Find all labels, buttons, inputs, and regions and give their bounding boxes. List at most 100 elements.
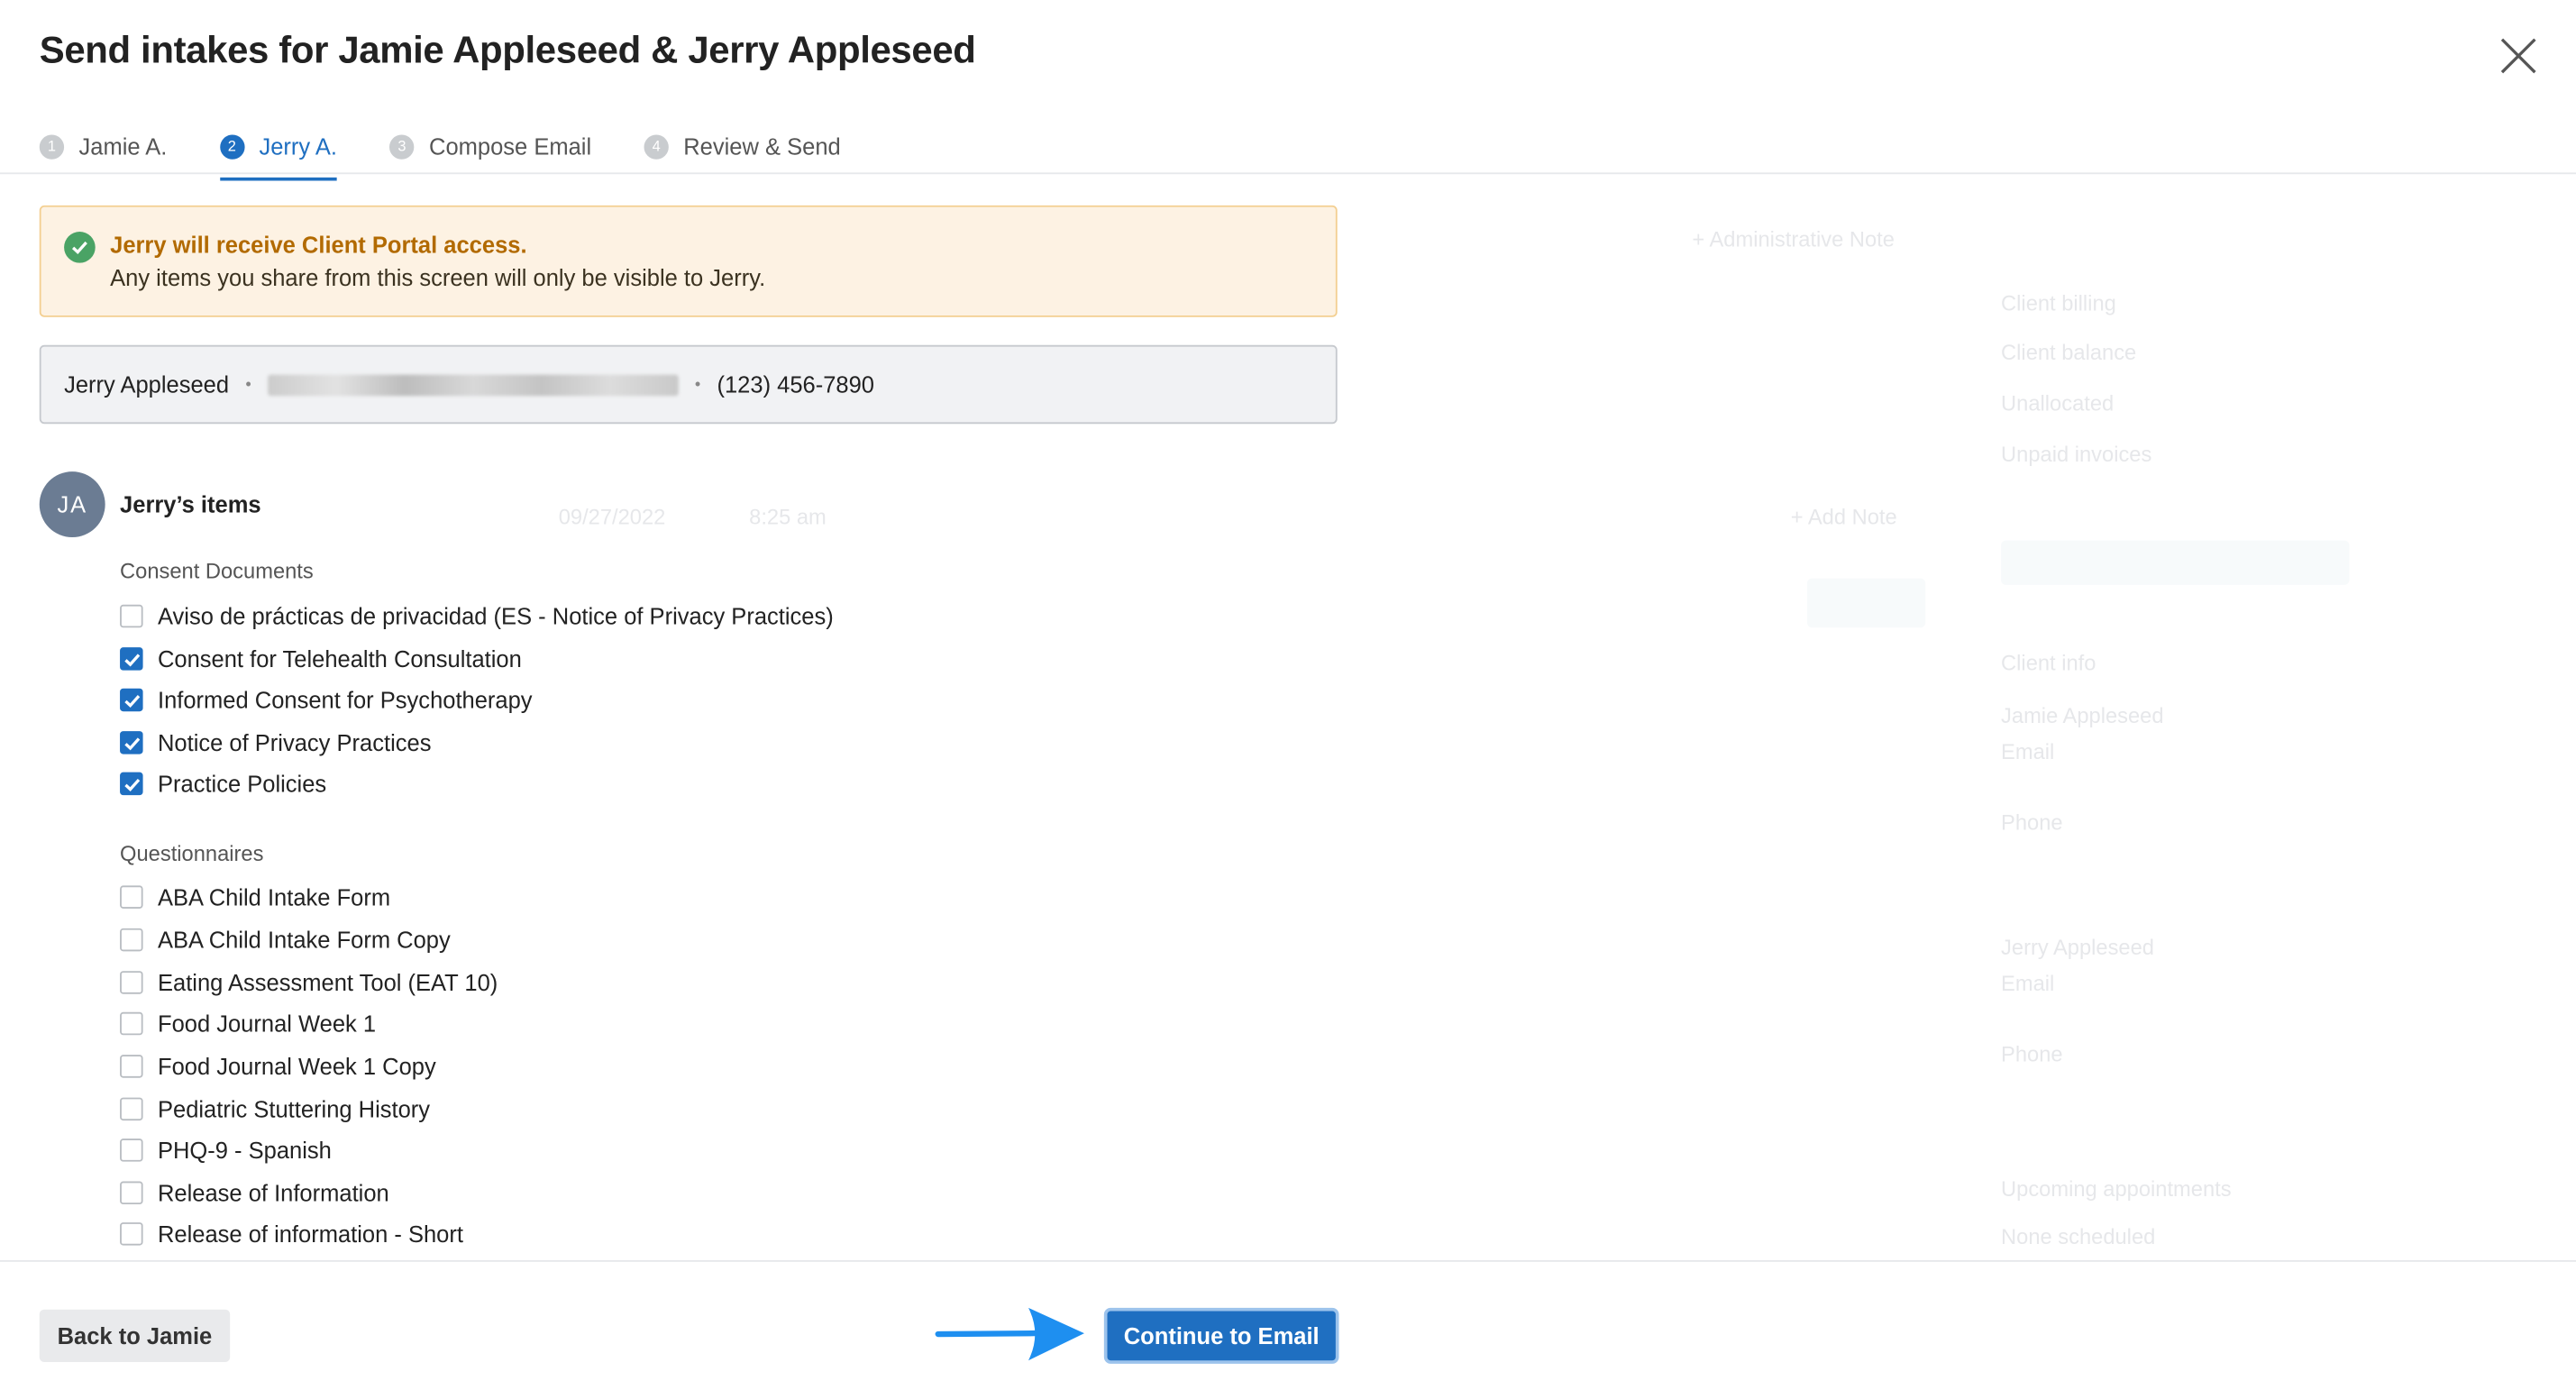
step-label: Compose Email [429,133,592,160]
client-phone: (123) 456-7890 [717,370,875,398]
checkbox[interactable] [120,928,143,952]
arrow-right-icon [935,1307,1084,1361]
questionnaire-item-label: PHQ-9 - Spanish [157,1137,332,1164]
avatar: JA [39,471,105,538]
checkbox-checked[interactable] [120,688,143,712]
questionnaire-item[interactable]: PHQ-9 - Spanish [120,1134,332,1166]
consent-item-label: Practice Policies [157,770,327,798]
step-jerry[interactable]: 2 Jerry A. [219,128,338,181]
bg-upcoming: Upcoming appointments [2001,1176,2232,1202]
bg-button [2001,540,2350,585]
step-label: Jamie A. [78,133,168,160]
step-tabs: 1 Jamie A. 2 Jerry A. 3 Compose Email 4 … [39,128,893,181]
questionnaire-item[interactable]: Release of information - Short [120,1218,463,1250]
back-button[interactable]: Back to Jamie [39,1309,231,1363]
step-compose-email[interactable]: 3 Compose Email [389,128,591,174]
checkmark-icon [123,778,140,791]
questionnaire-item-label: ABA Child Intake Form Copy [157,927,451,954]
step-number: 1 [39,133,65,159]
bg-jerry: Jerry Appleseed [2001,935,2154,960]
step-label: Jerry A. [259,133,337,160]
checkbox[interactable] [120,1097,143,1121]
redacted-email [267,373,679,396]
consent-item[interactable]: Aviso de prácticas de privacidad (ES - N… [120,599,834,632]
separator: • [245,375,251,394]
questionnaire-item[interactable]: ABA Child Intake Form [120,881,390,913]
bg-client-billing: Client billing [2001,290,2116,315]
bg-time: 8:25 am [749,504,827,529]
questionnaire-item[interactable]: Pediatric Stuttering History [120,1093,430,1125]
checkmark-icon [123,694,140,708]
continue-button[interactable]: Continue to Email [1103,1307,1339,1364]
questionnaires-label: Questionnaires [120,841,264,866]
step-jamie[interactable]: 1 Jamie A. [39,128,168,174]
portal-access-alert: Jerry will receive Client Portal access.… [39,205,1338,317]
consent-item[interactable]: Notice of Privacy Practices [120,727,431,759]
checkbox-checked[interactable] [120,731,143,754]
bg-unpaid-invoices: Unpaid invoices [2001,442,2152,467]
questionnaire-item[interactable]: ABA Child Intake Form Copy [120,923,451,956]
bg-date: 09/27/2022 [558,504,666,529]
questionnaire-item-label: ABA Child Intake Form [157,883,391,910]
consent-item[interactable]: Informed Consent for Psychotherapy [120,683,533,716]
bg-admin-note: + Administrative Note [1692,226,1895,251]
checkbox[interactable] [120,885,143,909]
questionnaire-item-label: Eating Assessment Tool (EAT 10) [157,969,498,996]
consent-item[interactable]: Practice Policies [120,767,326,800]
consent-item-label: Consent for Telehealth Consultation [157,645,522,672]
items-title: Jerry’s items [120,490,261,518]
checkbox-checked[interactable] [120,772,143,796]
questionnaire-item-label: Pediatric Stuttering History [157,1095,431,1122]
checkmark-icon [123,653,140,666]
bg-client-balance: Client balance [2001,340,2137,365]
alert-heading: Jerry will receive Client Portal access. [110,232,527,259]
checkbox-checked[interactable] [120,647,143,671]
questionnaire-item[interactable]: Food Journal Week 1 Copy [120,1050,436,1083]
questionnaire-item[interactable]: Release of Information [120,1176,389,1209]
bg-button [1806,578,1926,628]
checkmark-icon [123,736,140,750]
checkbox[interactable] [120,604,143,628]
questionnaire-item[interactable]: Eating Assessment Tool (EAT 10) [120,966,498,999]
checkbox[interactable] [120,1222,143,1246]
alert-body: Any items you share from this screen wil… [110,264,766,291]
questionnaire-item-label: Release of information - Short [157,1221,463,1248]
step-number: 3 [389,133,415,159]
checkbox[interactable] [120,1181,143,1205]
bg-phone: Phone [2001,809,2063,835]
close-button[interactable] [2492,30,2544,82]
bg-none-scheduled: None scheduled [2001,1223,2156,1249]
consent-item-label: Notice of Privacy Practices [157,729,432,756]
step-number: 2 [219,133,245,159]
questionnaire-item-label: Food Journal Week 1 [157,1010,377,1038]
separator: • [694,375,701,394]
consent-item-label: Aviso de prácticas de privacidad (ES - N… [157,602,834,630]
checkbox[interactable] [120,1138,143,1162]
bg-client-info: Client info [2001,650,2096,676]
questionnaire-item[interactable]: Food Journal Week 1 [120,1007,376,1039]
client-name: Jerry Appleseed [64,370,230,398]
divider [0,172,2576,175]
bg-unallocated: Unallocated [2001,390,2115,416]
bg-phone-2: Phone [2001,1041,2063,1066]
close-icon [2500,38,2536,74]
questionnaire-item-label: Food Journal Week 1 Copy [157,1053,436,1080]
checkbox[interactable] [120,1055,143,1078]
checkbox[interactable] [120,971,143,994]
bg-add-note: + Add Note [1790,504,1897,529]
divider [0,1260,2576,1262]
bg-email-2: Email [2001,971,2055,996]
checkbox[interactable] [120,1011,143,1036]
bg-email: Email [2001,739,2055,764]
step-label: Review & Send [683,133,841,160]
client-info-bar: Jerry Appleseed • • (123) 456-7890 [39,344,1338,425]
step-review-send[interactable]: 4 Review & Send [644,128,841,174]
step-number: 4 [644,133,669,159]
bg-jamie: Jamie Appleseed [2001,703,2164,728]
consent-item-label: Informed Consent for Psychotherapy [157,686,533,714]
consent-documents-label: Consent Documents [120,558,314,584]
modal-title: Send intakes for Jamie Appleseed & Jerry… [39,27,976,71]
questionnaire-item-label: Release of Information [157,1179,389,1206]
check-circle-icon [64,232,96,263]
consent-item[interactable]: Consent for Telehealth Consultation [120,643,522,675]
